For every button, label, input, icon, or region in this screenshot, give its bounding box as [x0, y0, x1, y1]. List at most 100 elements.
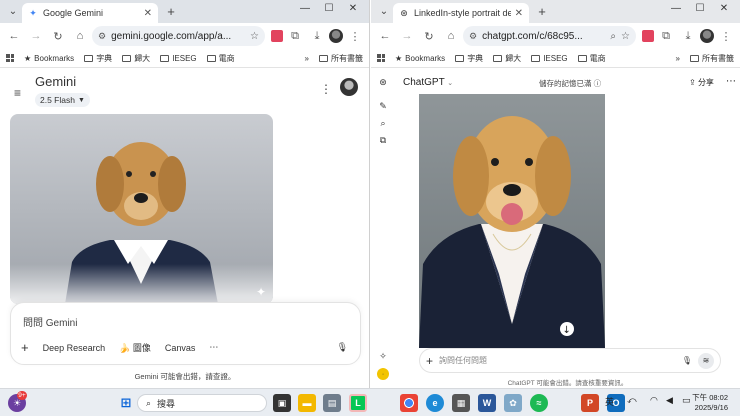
ime-indicator[interactable]: 英: [605, 395, 614, 408]
chrome-icon[interactable]: [400, 394, 418, 412]
taskbar-search[interactable]: ⌕ 搜尋: [137, 394, 267, 412]
store-icon[interactable]: ▦: [452, 394, 470, 412]
reload-icon[interactable]: ↻: [48, 26, 68, 46]
battery-icon[interactable]: ▭: [682, 395, 691, 406]
task-view-icon[interactable]: ▣: [273, 394, 291, 412]
download-icon[interactable]: ⤓: [307, 26, 327, 46]
gemini-prompt-box[interactable]: 問問 Gemini + Deep Research 🍌 圖像 Canvas ⋯ …: [10, 302, 361, 365]
microphone-icon[interactable]: 🎙: [337, 342, 348, 353]
wifi-icon[interactable]: ◠: [650, 395, 658, 406]
search-chats-icon[interactable]: ⌕: [377, 117, 389, 129]
more-tools-icon[interactable]: ⋯: [209, 342, 218, 353]
extensions-puzzle-icon[interactable]: ⧉: [285, 26, 305, 46]
app-icon[interactable]: ✿: [504, 394, 522, 412]
model-selector[interactable]: 2.5 Flash ▼: [35, 93, 90, 107]
close-window-icon[interactable]: ✕: [713, 3, 735, 14]
app-icon[interactable]: ▤: [323, 394, 341, 412]
site-info-icon[interactable]: ⚙: [98, 31, 106, 42]
zoom-icon[interactable]: ⌕: [610, 31, 616, 42]
powerpoint-icon[interactable]: P: [581, 394, 599, 412]
minimize-icon[interactable]: —: [665, 3, 687, 14]
hamburger-menu-icon[interactable]: ≡: [14, 86, 21, 100]
apps-grid-icon[interactable]: [6, 54, 14, 62]
bookmarks-overflow[interactable]: »: [305, 54, 309, 63]
bookmark-folder[interactable]: 電商: [577, 53, 606, 64]
all-bookmarks[interactable]: 所有書籤: [690, 53, 734, 64]
maximize-icon[interactable]: ☐: [689, 3, 711, 14]
bookmark-folder[interactable]: 字典: [455, 53, 483, 64]
profile-avatar[interactable]: [329, 29, 343, 43]
address-bar[interactable]: ⚙ gemini.google.com/app/a... ☆: [92, 26, 265, 46]
bookmark-star-icon[interactable]: ☆: [621, 31, 630, 42]
image-tool-button[interactable]: 🍌 圖像: [119, 341, 151, 354]
memory-full-notice[interactable]: 儲存的記憶已滿 ⓘ: [539, 78, 601, 89]
bookmark-star-icon[interactable]: ☆: [250, 31, 259, 42]
address-bar[interactable]: ⚙ chatgpt.com/c/68c95... ⌕ ☆: [463, 26, 636, 46]
tab-chatgpt[interactable]: ⊛ LinkedIn-style portrait design ✕: [393, 3, 529, 23]
home-icon[interactable]: ⌂: [70, 26, 90, 46]
microphone-icon[interactable]: 🎙: [682, 356, 692, 365]
prompt-placeholder[interactable]: 問問 Gemini: [23, 314, 77, 329]
library-icon[interactable]: ⧉: [377, 134, 389, 146]
download-icon[interactable]: ⤓: [678, 26, 698, 46]
tab-google-gemini[interactable]: ✦ Google Gemini ✕: [22, 3, 158, 23]
model-selector[interactable]: ChatGPT ⌄: [403, 77, 453, 88]
site-info-icon[interactable]: ⚙: [469, 31, 477, 42]
bookmark-folder[interactable]: IESEG: [531, 54, 568, 63]
minimize-icon[interactable]: —: [294, 3, 316, 14]
edge-icon[interactable]: e: [426, 394, 444, 412]
tab-search-icon[interactable]: ⌄: [6, 4, 20, 18]
bookmarks-overflow[interactable]: »: [676, 54, 680, 63]
new-tab-icon[interactable]: +: [535, 4, 549, 19]
forward-icon[interactable]: →: [397, 26, 417, 46]
user-avatar[interactable]: [340, 78, 358, 96]
new-chat-icon[interactable]: ✎: [377, 100, 389, 112]
sparkle-icon[interactable]: ✧: [377, 350, 389, 362]
line-app-icon[interactable]: L: [349, 394, 367, 412]
bookmark-item[interactable]: ★ Bookmarks: [24, 54, 74, 63]
extension-icon[interactable]: [271, 30, 283, 42]
add-attachment-icon[interactable]: +: [21, 340, 29, 355]
reload-icon[interactable]: ↻: [419, 26, 439, 46]
browser-menu-icon[interactable]: ⋮: [716, 26, 736, 46]
chatgpt-logo-icon[interactable]: ⊛: [377, 76, 389, 88]
language-icon[interactable]: ⤺: [627, 395, 637, 406]
volume-icon[interactable]: ◀: [666, 395, 673, 406]
chatgpt-prompt-box[interactable]: + 詢問任何問題 🎙 ≋: [419, 348, 721, 373]
apps-grid-icon[interactable]: [377, 54, 385, 62]
user-avatar[interactable]: ·: [377, 368, 389, 380]
tab-search-icon[interactable]: ⌄: [377, 4, 391, 18]
bookmark-folder[interactable]: 歸大: [122, 53, 150, 64]
more-options-icon[interactable]: ⋯: [726, 76, 736, 87]
all-bookmarks[interactable]: 所有書籤: [319, 53, 363, 64]
new-tab-icon[interactable]: +: [164, 4, 178, 19]
forward-icon[interactable]: →: [26, 26, 46, 46]
back-icon[interactable]: ←: [4, 26, 24, 46]
back-icon[interactable]: ←: [375, 26, 395, 46]
maximize-icon[interactable]: ☐: [318, 3, 340, 14]
clock[interactable]: 下午 08:02 2025/9/16: [692, 393, 728, 413]
word-icon[interactable]: W: [478, 394, 496, 412]
generated-dog-portrait-image[interactable]: ↓: [419, 94, 605, 348]
browser-menu-icon[interactable]: ⋮: [345, 26, 365, 46]
canvas-button[interactable]: Canvas: [165, 343, 196, 353]
more-options-icon[interactable]: ⋮: [320, 82, 332, 96]
bookmark-item[interactable]: ★ Bookmarks: [395, 54, 445, 63]
extension-icon[interactable]: [642, 30, 654, 42]
spotify-icon[interactable]: ≈: [530, 394, 548, 412]
close-tab-icon[interactable]: ✕: [144, 8, 152, 19]
voice-mode-icon[interactable]: ≋: [698, 352, 714, 369]
add-attachment-icon[interactable]: +: [426, 354, 433, 368]
home-icon[interactable]: ⌂: [441, 26, 461, 46]
bookmark-folder[interactable]: 電商: [206, 53, 235, 64]
prompt-placeholder[interactable]: 詢問任何問題: [439, 355, 676, 366]
share-button[interactable]: ⇪ 分享: [689, 77, 714, 88]
profile-avatar[interactable]: [700, 29, 714, 43]
bookmark-folder[interactable]: 歸大: [493, 53, 521, 64]
close-tab-icon[interactable]: ✕: [515, 8, 523, 19]
start-windows-icon[interactable]: ⊞: [117, 394, 135, 412]
generated-dog-portrait-image[interactable]: ✦: [10, 114, 273, 304]
file-explorer-icon[interactable]: ▬: [298, 394, 316, 412]
bookmark-folder[interactable]: 字典: [84, 53, 112, 64]
close-window-icon[interactable]: ✕: [342, 3, 364, 14]
